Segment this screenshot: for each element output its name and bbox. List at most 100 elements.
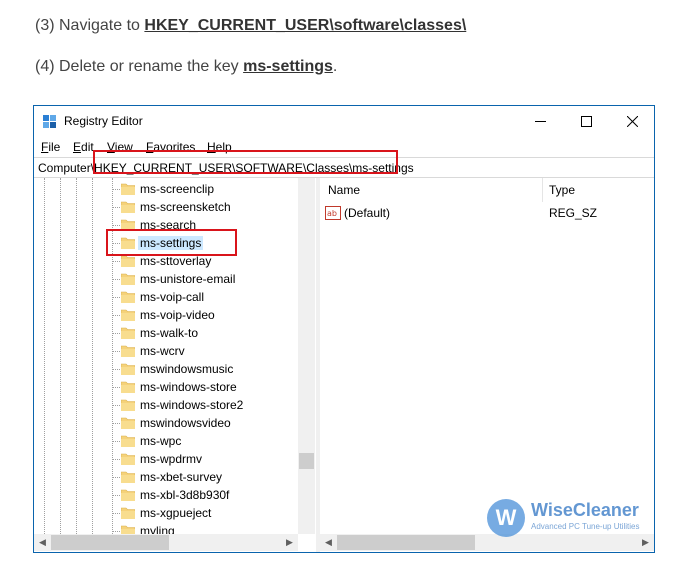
tree-item[interactable]: ms-xgpueject — [34, 504, 304, 522]
menu-edit[interactable]: Edit — [73, 140, 94, 154]
step4-text: (4) Delete or rename the key — [35, 58, 244, 75]
registry-editor-window: Registry Editor File Edit View Favorites… — [33, 105, 655, 553]
tree-item-label: ms-screenclip — [140, 182, 215, 196]
tree-item-label: ms-voip-video — [140, 308, 215, 322]
minimize-button[interactable] — [517, 106, 563, 137]
folder-icon — [121, 453, 135, 465]
registry-editor-icon — [43, 115, 56, 128]
value-row[interactable]: ab (Default) REG_SZ — [320, 204, 654, 222]
tree-connector — [112, 513, 120, 514]
tree-connector — [112, 261, 120, 262]
string-value-icon: ab — [325, 206, 341, 220]
tree-connector — [112, 207, 120, 208]
wisecleaner-logo-icon: W — [487, 499, 525, 537]
instruction-step-3: (3) Navigate to HKEY_CURRENT_USER\softwa… — [35, 17, 466, 35]
tree-connector — [112, 225, 120, 226]
folder-icon — [121, 435, 135, 447]
folder-icon — [121, 273, 135, 285]
maximize-icon — [580, 116, 592, 127]
menu-file[interactable]: File — [41, 140, 60, 154]
tree-connector — [112, 333, 120, 334]
tree-item[interactable]: ms-windows-store — [34, 378, 304, 396]
column-separator[interactable] — [542, 178, 543, 202]
tree-item-label: ms-wcrv — [140, 344, 185, 358]
tree-vertical-scroll-thumb[interactable] — [299, 453, 314, 469]
tree-item-label: ms-xgpueject — [140, 506, 212, 520]
tree-connector — [112, 405, 120, 406]
folder-icon — [121, 183, 135, 195]
folder-icon — [121, 399, 135, 411]
tree-item[interactable]: ms-xbl-3d8b930f — [34, 486, 304, 504]
tree-item[interactable]: ms-screensketch — [34, 198, 304, 216]
address-bar[interactable]: Computer\HKEY_CURRENT_USER\SOFTWARE\Clas… — [34, 150, 654, 178]
folder-icon — [121, 327, 135, 339]
folder-icon — [121, 363, 135, 375]
tree-item-label: ms-unistore-email — [140, 272, 236, 286]
tree-connector — [112, 423, 120, 424]
column-header-type[interactable]: Type — [549, 178, 575, 202]
column-header-name[interactable]: Name — [328, 178, 360, 202]
scroll-left-icon[interactable]: ◀ — [34, 534, 51, 551]
tree-item[interactable]: ms-windows-store2 — [34, 396, 304, 414]
instruction-step-4: (4) Delete or rename the key ms-settings… — [35, 58, 337, 76]
folder-icon — [121, 381, 135, 393]
folder-icon — [121, 489, 135, 501]
folder-icon — [121, 201, 135, 213]
tree-item-label: ms-walk-to — [140, 326, 199, 340]
folder-icon — [121, 309, 135, 321]
tree-item-label: ms-screensketch — [140, 200, 231, 214]
tree-connector — [112, 531, 120, 532]
window-title: Registry Editor — [64, 114, 143, 128]
tree-item[interactable]: ms-voip-call — [34, 288, 304, 306]
tree-item[interactable]: ms-wpdrmv — [34, 450, 304, 468]
watermark-tagline: Advanced PC Tune-up Utilities — [531, 522, 640, 531]
scroll-left-icon[interactable]: ◀ — [320, 534, 337, 551]
tree-item[interactable]: mswindowsmusic — [34, 360, 304, 378]
tree-connector — [112, 495, 120, 496]
tree-item[interactable]: ms-wpc — [34, 432, 304, 450]
tree-item[interactable]: ms-wcrv — [34, 342, 304, 360]
address-highlight-box — [93, 150, 398, 174]
step3-key-path: HKEY_CURRENT_USER\software\classes\ — [144, 17, 467, 34]
folder-icon — [121, 507, 135, 519]
tree-item[interactable]: ms-xbet-survey — [34, 468, 304, 486]
step4-suffix: . — [332, 58, 338, 75]
tree-connector — [112, 279, 120, 280]
tree-connector — [112, 297, 120, 298]
tree-item[interactable]: mswindowsvideo — [34, 414, 304, 432]
tree-item-label: mswindowsmusic — [140, 362, 234, 376]
tree-item[interactable]: ms-voip-video — [34, 306, 304, 324]
tree-item-label: mswindowsvideo — [140, 416, 231, 430]
step4-key-name: ms-settings — [243, 58, 333, 75]
value-name: (Default) — [344, 206, 391, 220]
key-tree-pane[interactable]: ms-screenclip ms-screensketch ms-search ms-… — [34, 178, 316, 552]
tree-item-label: ms-windows-store2 — [140, 398, 244, 412]
minimize-icon — [534, 121, 546, 122]
tree-item-label: ms-xbl-3d8b930f — [140, 488, 230, 502]
tree-horizontal-scroll-thumb[interactable] — [51, 535, 169, 550]
tree-connector — [112, 477, 120, 478]
wisecleaner-watermark: W WiseCleaner Advanced PC Tune-up Utilit… — [487, 497, 647, 537]
tree-connector — [112, 369, 120, 370]
maximize-button[interactable] — [563, 106, 609, 137]
tree-item[interactable]: ms-screenclip — [34, 180, 304, 198]
tree-item[interactable]: ms-unistore-email — [34, 270, 304, 288]
tree-connector — [112, 189, 120, 190]
folder-icon — [121, 471, 135, 483]
tree-item[interactable]: ms-walk-to — [34, 324, 304, 342]
step3-text: (3) Navigate to — [35, 17, 145, 34]
tree-horizontal-scrollbar[interactable]: ◀ ▶ — [34, 534, 298, 551]
selected-key-highlight-box — [106, 229, 237, 256]
scroll-right-icon[interactable]: ▶ — [281, 534, 298, 551]
value-type: REG_SZ — [549, 206, 598, 220]
tree-connector — [112, 387, 120, 388]
title-bar[interactable]: Registry Editor — [34, 106, 654, 137]
close-button[interactable] — [609, 106, 655, 137]
tree-item-label: ms-sttoverlay — [140, 254, 212, 268]
values-horizontal-scroll-thumb[interactable] — [337, 535, 475, 550]
tree-item-label: ms-wpc — [140, 434, 182, 448]
values-pane[interactable]: Name Type ab (Default) REG_SZ ◀ ▶ — [320, 178, 654, 552]
tree-item-label: ms-voip-call — [140, 290, 205, 304]
tree-item-label: ms-windows-store — [140, 380, 237, 394]
tree-vertical-scrollbar[interactable] — [298, 178, 315, 534]
